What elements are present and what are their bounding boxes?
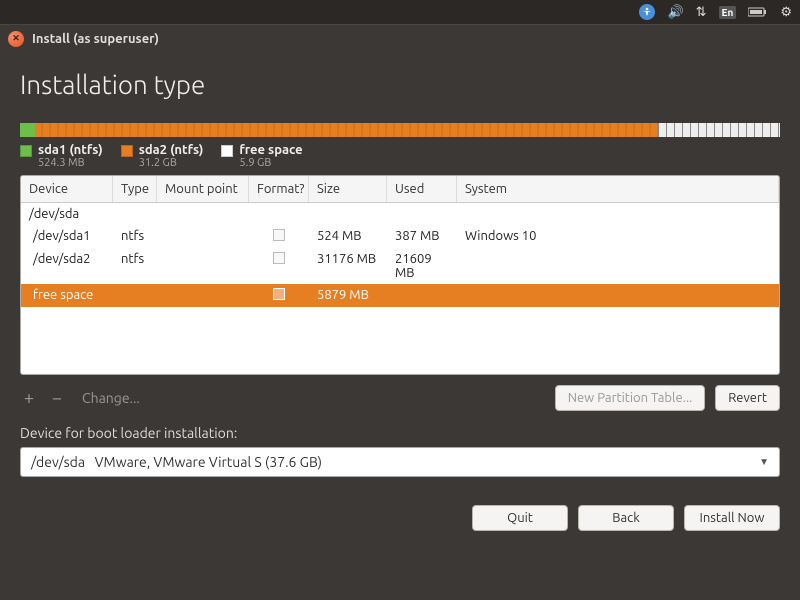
page-title: Installation type — [20, 70, 780, 99]
volume-icon[interactable]: 🔊 — [667, 5, 683, 20]
partition-toolbar: + − Change... New Partition Table... Rev… — [20, 385, 780, 411]
boot-loader-device-select[interactable]: /dev/sda VMware, VMware Virtual S (37.6 … — [20, 447, 780, 477]
col-used[interactable]: Used — [387, 176, 457, 202]
bar-seg-sda2 — [35, 123, 658, 137]
swatch-free — [221, 145, 233, 157]
add-partition-button[interactable]: + — [20, 388, 38, 408]
col-mount[interactable]: Mount point — [157, 176, 249, 202]
new-partition-table-button[interactable]: New Partition Table... — [555, 385, 706, 411]
accessibility-icon[interactable] — [639, 4, 655, 20]
table-row-disk[interactable]: /dev/sda — [21, 203, 779, 225]
swatch-orange — [121, 145, 133, 157]
swatch-green — [20, 145, 32, 157]
col-system[interactable]: System — [457, 176, 779, 202]
back-button[interactable]: Back — [578, 505, 674, 531]
col-type[interactable]: Type — [113, 176, 157, 202]
remove-partition-button[interactable]: − — [48, 388, 66, 408]
col-device[interactable]: Device — [21, 176, 113, 202]
disk-usage-bar — [20, 123, 780, 137]
window-titlebar: Install (as superuser) — [0, 24, 800, 52]
network-icon[interactable]: ⇅ — [696, 5, 707, 20]
revert-button[interactable]: Revert — [715, 385, 780, 411]
window-title: Install (as superuser) — [32, 32, 159, 46]
battery-icon[interactable] — [748, 7, 768, 17]
boot-loader-label: Device for boot loader installation: — [20, 425, 780, 441]
table-row-sda1[interactable]: /dev/sda1 ntfs 524 MB 387 MB Windows 10 — [21, 225, 779, 248]
legend-free: free space5.9 GB — [221, 143, 302, 169]
boot-loader-value: /dev/sda VMware, VMware Virtual S (37.6 … — [31, 454, 322, 470]
installer-content: Installation type sda1 (ntfs)524.3 MB sd… — [0, 52, 800, 600]
disk-legend: sda1 (ntfs)524.3 MB sda2 (ntfs)31.2 GB f… — [20, 143, 780, 169]
quit-button[interactable]: Quit — [472, 505, 568, 531]
system-tray: 🔊 ⇅ En ⚙ — [0, 0, 800, 24]
change-partition-button[interactable]: Change... — [82, 390, 140, 406]
install-now-button[interactable]: Install Now — [684, 505, 780, 531]
gear-icon[interactable]: ⚙ — [780, 5, 792, 20]
format-checkbox[interactable] — [273, 229, 285, 241]
col-size[interactable]: Size — [309, 176, 387, 202]
table-header: Device Type Mount point Format? Size Use… — [21, 176, 779, 203]
keyboard-lang-indicator[interactable]: En — [719, 6, 737, 19]
chevron-down-icon: ▼ — [759, 456, 769, 468]
legend-sda2: sda2 (ntfs)31.2 GB — [121, 143, 204, 169]
table-row-sda2[interactable]: /dev/sda2 ntfs 31176 MB 21609 MB — [21, 248, 779, 284]
close-icon[interactable] — [8, 31, 24, 47]
partition-table[interactable]: Device Type Mount point Format? Size Use… — [20, 175, 780, 375]
bar-seg-free — [658, 123, 780, 137]
format-checkbox[interactable] — [273, 288, 285, 300]
bar-seg-sda1 — [20, 123, 35, 137]
format-checkbox[interactable] — [273, 252, 285, 264]
legend-sda1: sda1 (ntfs)524.3 MB — [20, 143, 103, 169]
table-row-free-space[interactable]: free space 5879 MB — [21, 284, 779, 307]
wizard-footer: Quit Back Install Now — [20, 505, 780, 531]
col-format[interactable]: Format? — [249, 176, 309, 202]
